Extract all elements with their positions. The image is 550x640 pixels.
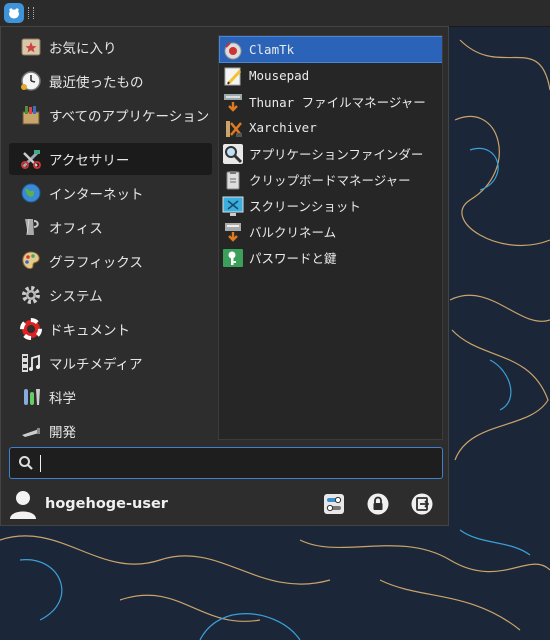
logout-button[interactable]: [409, 491, 435, 517]
favorites-icon: [19, 35, 43, 59]
magnifier-icon: [222, 143, 244, 165]
category-label: お気に入り: [49, 41, 117, 57]
clock-icon: [19, 69, 43, 93]
application-menu: お気に入り最近使ったものすべてのアプリケーション アクセサリー インターネット オフィ…: [0, 26, 449, 526]
settings-button[interactable]: [321, 491, 347, 517]
category-label: 開発: [49, 425, 76, 441]
category-label: アクセサリー: [49, 153, 130, 169]
app-label: Xarchiver: [249, 120, 317, 135]
development-icon: [19, 419, 43, 441]
app-label: パスワードと鍵: [249, 251, 337, 266]
bulk-rename-icon: [222, 221, 244, 243]
category-list[interactable]: お気に入り最近使ったものすべてのアプリケーション アクセサリー インターネット オフィ…: [9, 27, 214, 441]
app-label: クリップボードマネージャー: [249, 173, 411, 188]
accessories-icon: [19, 147, 43, 171]
category-item[interactable]: 最近使ったもの: [9, 65, 212, 97]
app-item[interactable]: Xarchiver: [220, 115, 442, 140]
app-item[interactable]: パスワードと鍵: [220, 245, 442, 270]
search-input[interactable]: [38, 452, 432, 476]
app-label: スクリーンショット: [249, 199, 361, 214]
category-item[interactable]: すべてのアプリケーション: [9, 99, 212, 131]
xfce-mouse-icon: [9, 8, 19, 19]
app-label: バルクリネーム: [249, 225, 337, 240]
search-box[interactable]: [9, 447, 443, 479]
avatar: [10, 491, 36, 519]
category-label: システム: [49, 289, 103, 305]
app-item[interactable]: スクリーンショット: [220, 193, 442, 218]
text-cursor: [40, 455, 41, 472]
category-label: オフィス: [49, 221, 103, 237]
category-label: すべてのアプリケーション: [49, 109, 210, 125]
text-editor-icon: [222, 65, 244, 87]
help-lifebuoy-icon: [19, 317, 43, 341]
user-info: hogehoge-user: [9, 487, 168, 521]
app-item[interactable]: アプリケーションファインダー: [220, 141, 442, 166]
globe-icon: [19, 181, 43, 205]
clipboard-icon: [222, 169, 244, 191]
whisker-menu-button[interactable]: [4, 3, 24, 23]
palette-icon: [19, 249, 43, 273]
category-item[interactable]: ドキュメント: [9, 313, 212, 345]
app-item[interactable]: Thunar ファイルマネージャー: [220, 89, 442, 114]
science-icon: [19, 385, 43, 409]
settings-toggle-icon: [324, 494, 344, 514]
app-label: ClamTk: [249, 42, 295, 57]
category-item[interactable]: お気に入り: [9, 31, 212, 63]
lock-screen-button[interactable]: [365, 491, 391, 517]
category-item[interactable]: 科学: [9, 381, 212, 413]
category-item[interactable]: 開発: [9, 415, 212, 441]
app-label: アプリケーションファインダー: [249, 147, 424, 162]
all-apps-icon: [19, 103, 43, 127]
lock-icon: [367, 493, 389, 515]
office-icon: [19, 215, 43, 239]
panel-handle[interactable]: [28, 7, 34, 19]
app-item[interactable]: バルクリネーム: [220, 219, 442, 244]
app-item[interactable]: ClamTk: [219, 36, 442, 63]
category-label: インターネット: [49, 187, 144, 203]
category-item[interactable]: オフィス: [9, 211, 212, 243]
multimedia-icon: [19, 351, 43, 375]
top-panel: [0, 0, 550, 27]
app-item[interactable]: クリップボードマネージャー: [220, 167, 442, 192]
app-label: Thunar ファイルマネージャー: [249, 95, 426, 110]
category-item[interactable]: マルチメディア: [9, 347, 212, 379]
app-list[interactable]: ClamTk Mousepad Thunar ファイルマネージャー Xarchiver…: [218, 35, 443, 440]
user-name: hogehoge-user: [45, 496, 168, 512]
file-manager-icon: [222, 91, 244, 113]
clamtk-icon: [222, 39, 244, 61]
search-icon: [19, 456, 33, 470]
app-label: Mousepad: [249, 68, 310, 83]
category-item[interactable]: システム: [9, 279, 212, 311]
category-label: 科学: [49, 391, 76, 407]
category-label: マルチメディア: [49, 357, 143, 373]
category-label: 最近使ったもの: [49, 75, 144, 91]
category-item[interactable]: アクセサリー: [9, 143, 212, 175]
category-item[interactable]: インターネット: [9, 177, 212, 209]
app-item[interactable]: Mousepad: [220, 63, 442, 88]
category-label: ドキュメント: [49, 323, 130, 339]
archive-icon: [222, 117, 244, 139]
category-item[interactable]: グラフィックス: [9, 245, 212, 277]
logout-icon: [411, 493, 433, 515]
gear-icon: [19, 283, 43, 307]
key-icon: [222, 247, 244, 269]
category-label: グラフィックス: [49, 255, 143, 271]
screenshot-icon: [222, 195, 244, 217]
